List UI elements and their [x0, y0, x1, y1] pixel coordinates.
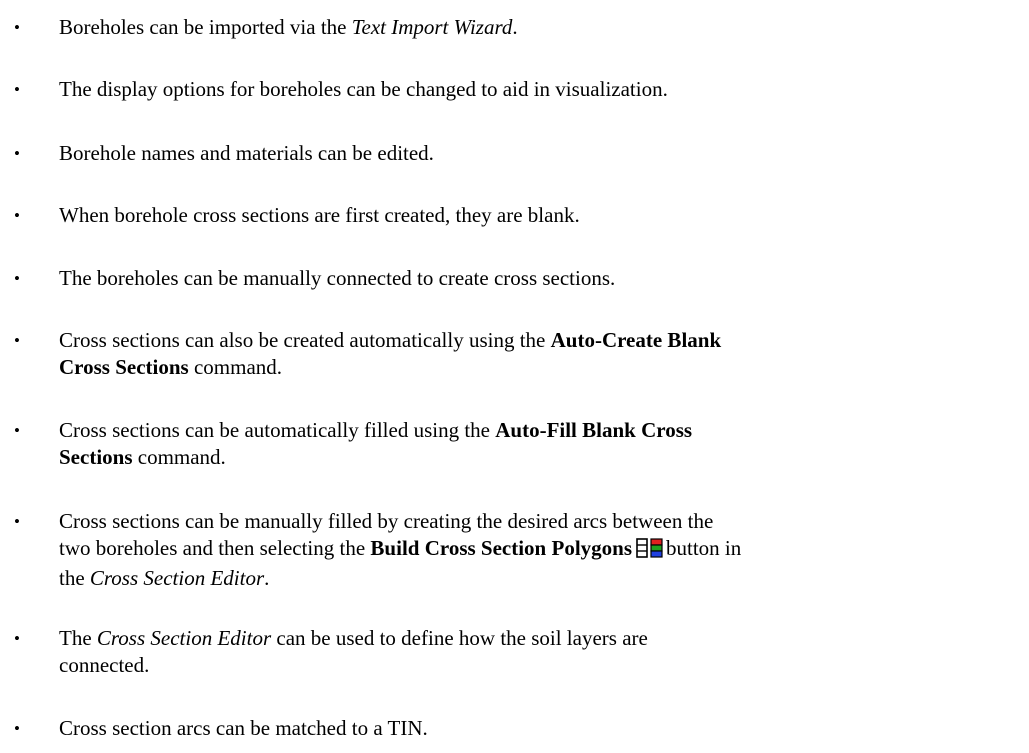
- text-run: Borehole names and materials can be edit…: [59, 141, 434, 165]
- text-run: The display options for boreholes can be…: [59, 77, 668, 101]
- text-run: connected.: [59, 653, 150, 677]
- text-run: the: [59, 566, 90, 590]
- list-item-text: The boreholes can be manually connected …: [59, 265, 989, 292]
- build-polygons-icon: [636, 538, 663, 565]
- bold-text: Sections: [59, 445, 133, 469]
- bold-text: Auto-Fill Blank Cross: [495, 418, 693, 442]
- list-item-text: Boreholes can be imported via the Text I…: [59, 14, 989, 41]
- text-run: command.: [132, 445, 226, 469]
- bullet-marker: •: [14, 206, 20, 225]
- bold-text: Cross Sections: [59, 355, 189, 379]
- text-run: Cross section arcs can be matched to a T…: [59, 716, 428, 740]
- list-item-text: Borehole names and materials can be edit…: [59, 140, 989, 167]
- list-item-text: The display options for boreholes can be…: [59, 76, 989, 103]
- bold-text: Auto-Create Blank: [550, 328, 722, 352]
- list-item-text: The Cross Section Editor can be used to …: [59, 625, 989, 679]
- bullet-marker: •: [14, 18, 20, 37]
- text-run: The: [59, 626, 97, 650]
- bold-text: Build Cross Section Polygons: [370, 536, 632, 560]
- italic-text: Cross Section Editor: [89, 566, 265, 590]
- bullet-marker: •: [14, 719, 20, 738]
- bullet-marker: •: [14, 421, 20, 440]
- list-item-text: Cross section arcs can be matched to a T…: [59, 715, 989, 742]
- text-run: Cross sections can be manually filled by…: [59, 509, 714, 533]
- text-run: When borehole cross sections are first c…: [59, 203, 580, 227]
- text-run: .: [512, 15, 518, 39]
- text-run: command.: [188, 355, 283, 379]
- bullet-marker: •: [14, 512, 20, 531]
- text-run: Cross sections can be automatically fill…: [59, 418, 496, 442]
- text-run: two boreholes and then selecting the: [59, 536, 371, 560]
- bullet-marker: •: [14, 144, 20, 163]
- bullet-marker: •: [14, 80, 20, 99]
- text-run: can be used to define how the soil layer…: [271, 626, 648, 650]
- list-item-text: Cross sections can also be created autom…: [59, 327, 989, 381]
- text-run: The boreholes can be manually connected …: [59, 266, 616, 290]
- bullet-marker: •: [14, 331, 20, 350]
- list-item-text: Cross sections can be manually filled by…: [59, 508, 989, 592]
- italic-text: Cross Section Editor: [96, 626, 272, 650]
- text-run: Boreholes can be imported via the: [59, 15, 352, 39]
- text-run: Cross sections can also be created autom…: [59, 328, 551, 352]
- italic-text: Text Import Wizard: [351, 15, 513, 39]
- bullet-marker: •: [14, 269, 20, 288]
- bullet-marker: •: [14, 629, 20, 648]
- text-run: .: [264, 566, 270, 590]
- list-item-text: When borehole cross sections are first c…: [59, 202, 989, 229]
- text-run: button in: [666, 536, 742, 560]
- list-item-text: Cross sections can be automatically fill…: [59, 417, 989, 471]
